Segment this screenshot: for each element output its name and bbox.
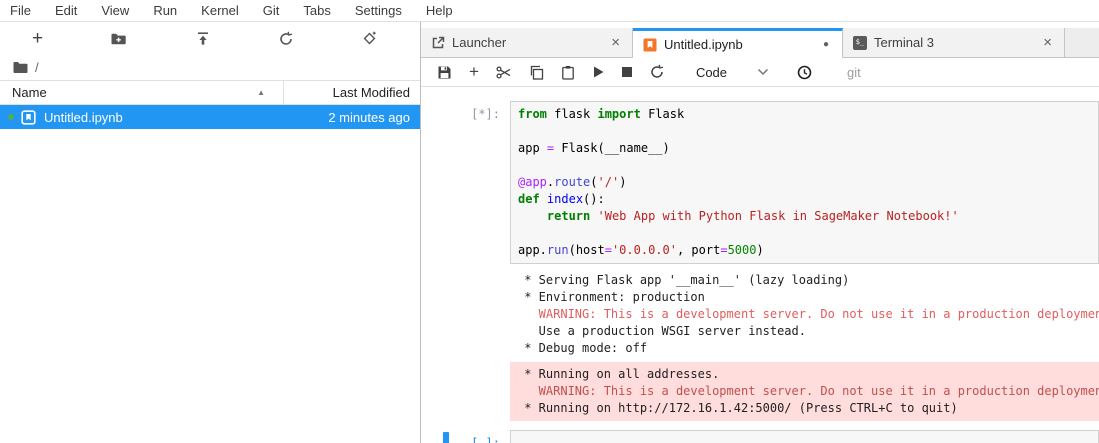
git-clone-icon <box>361 30 378 47</box>
upload-icon <box>195 31 211 47</box>
breadcrumb-root[interactable]: / <box>35 60 39 75</box>
cut-icon <box>496 65 512 80</box>
close-tab-icon[interactable]: × <box>609 35 622 50</box>
new-folder-button[interactable] <box>108 29 129 49</box>
menu-view[interactable]: View <box>89 3 141 18</box>
column-header-name[interactable]: Name ▲ <box>0 81 283 104</box>
file-browser-toolbar: + <box>0 22 420 55</box>
sort-ascending-icon: ▲ <box>257 88 265 97</box>
launcher-icon <box>431 36 445 50</box>
file-last-modified: 2 minutes ago <box>328 109 410 125</box>
menu-run[interactable]: Run <box>141 3 189 18</box>
insert-cell-button[interactable]: + <box>467 62 481 82</box>
interrupt-kernel-button[interactable] <box>620 65 634 79</box>
restart-kernel-button[interactable] <box>647 62 667 82</box>
upload-button[interactable] <box>193 29 213 49</box>
stop-icon <box>621 67 632 77</box>
tab-label: Launcher <box>452 35 507 50</box>
notebook-file-icon <box>21 109 36 125</box>
dock-tab-bar: Launcher × Untitled.ipynb ● $_ Terminal … <box>421 28 1099 58</box>
cell-execution-prompt: [ ]: <box>471 436 500 443</box>
output-prompt-spacer <box>421 272 510 357</box>
tab-terminal-3[interactable]: $_ Terminal 3 × <box>843 28 1065 57</box>
tab-label: Untitled.ipynb <box>664 37 743 52</box>
close-tab-icon[interactable]: × <box>1041 35 1054 50</box>
new-launcher-plus-icon: + <box>32 27 44 49</box>
jupyterlab-window: File Edit View Run Kernel Git Tabs Setti… <box>0 0 1099 443</box>
refresh-icon <box>278 31 294 47</box>
code-content: from flask import Flask app = Flask(__na… <box>518 107 959 257</box>
save-icon <box>437 65 452 80</box>
menu-help[interactable]: Help <box>414 3 465 18</box>
code-editor[interactable] <box>510 430 1099 443</box>
tab-launcher[interactable]: Launcher × <box>421 28 633 57</box>
menu-git[interactable]: Git <box>251 3 292 18</box>
git-clone-button[interactable] <box>359 28 380 49</box>
file-row-untitled-ipynb[interactable]: Untitled.ipynb 2 minutes ago <box>0 105 420 129</box>
save-button[interactable] <box>435 63 454 82</box>
unsaved-changes-dot-icon[interactable]: ● <box>820 39 832 50</box>
file-name: Untitled.ipynb <box>44 109 123 125</box>
active-cell-indicator-bar <box>443 432 449 443</box>
copy-icon <box>529 65 544 80</box>
cell-type-value: Code <box>695 64 728 80</box>
stdout-text: * Serving Flask app '__main__' (lazy loa… <box>517 273 1099 355</box>
tab-label: Terminal 3 <box>874 35 934 50</box>
code-editor[interactable]: from flask import Flask app = Flask(__na… <box>510 101 1099 264</box>
cell-execution-prompt: [*]: <box>471 107 500 121</box>
menu-bar: File Edit View Run Kernel Git Tabs Setti… <box>0 0 1099 22</box>
new-folder-icon <box>110 31 127 47</box>
folder-icon <box>13 61 28 74</box>
output-stdout: * Serving Flask app '__main__' (lazy loa… <box>421 272 1099 357</box>
insert-cell-plus-icon: + <box>469 62 479 81</box>
cut-cells-button[interactable] <box>494 63 514 82</box>
stderr-text: * Running on all addresses. WARNING: Thi… <box>517 367 1099 415</box>
file-browser-panel: + / Name ▲ Last Modified Untitled.ipynb … <box>0 22 421 443</box>
copy-cells-button[interactable] <box>527 63 546 82</box>
refresh-button[interactable] <box>276 29 296 49</box>
empty-code-cell[interactable]: [ ]: <box>421 430 1099 443</box>
menu-settings[interactable]: Settings <box>343 3 414 18</box>
file-list-header: Name ▲ Last Modified <box>0 80 420 105</box>
chevron-down-icon <box>757 68 769 76</box>
breadcrumb[interactable]: / <box>0 55 420 80</box>
menu-tabs[interactable]: Tabs <box>291 3 342 18</box>
code-cell[interactable]: [*]: from flask import Flask app = Flask… <box>421 101 1099 264</box>
dock-panel: Launcher × Untitled.ipynb ● $_ Terminal … <box>421 22 1099 443</box>
paste-icon <box>561 65 575 80</box>
clock-icon <box>797 65 812 80</box>
notebook-icon <box>643 38 657 52</box>
menu-file[interactable]: File <box>10 3 43 18</box>
run-cell-button[interactable] <box>590 63 607 81</box>
git-status-label: git <box>847 64 861 80</box>
run-icon <box>592 65 605 79</box>
notebook-toolbar: + Code git <box>421 58 1099 87</box>
output-stderr: * Running on all addresses. WARNING: Thi… <box>510 362 1099 421</box>
menu-edit[interactable]: Edit <box>43 3 89 18</box>
cell-type-dropdown[interactable]: Code <box>696 65 769 80</box>
terminal-icon: $_ <box>853 35 867 50</box>
kernel-history-button[interactable] <box>795 63 814 82</box>
restart-icon <box>649 64 665 80</box>
new-launcher-button[interactable]: + <box>30 29 45 49</box>
kernel-running-dot-icon <box>8 114 14 120</box>
column-header-last-modified[interactable]: Last Modified <box>283 81 420 104</box>
notebook-area: [*]: from flask import Flask app = Flask… <box>421 87 1099 443</box>
tab-untitled-ipynb[interactable]: Untitled.ipynb ● <box>633 28 843 58</box>
paste-cells-button[interactable] <box>559 63 577 82</box>
menu-kernel[interactable]: Kernel <box>189 3 251 18</box>
